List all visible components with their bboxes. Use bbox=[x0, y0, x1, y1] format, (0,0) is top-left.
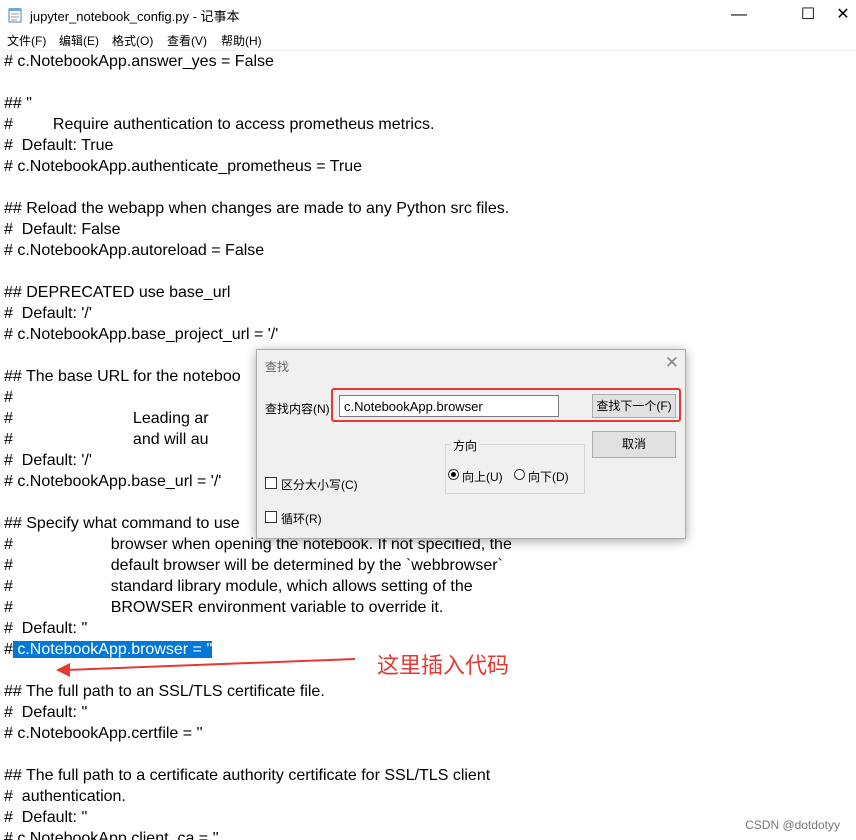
cancel-button[interactable]: 取消 bbox=[592, 431, 676, 458]
editor-line: # default browser will be determined by … bbox=[4, 557, 503, 574]
editor-line: # Default: False bbox=[4, 221, 121, 238]
minimize-button[interactable]: — bbox=[716, 0, 762, 30]
editor-line: # Require authentication to access prome… bbox=[4, 116, 435, 133]
editor-line: ## The full path to a certificate author… bbox=[4, 767, 491, 784]
radio-selected-dot bbox=[451, 472, 456, 477]
highlight-box bbox=[331, 388, 681, 422]
editor-line: # c.NotebookApp.autoreload = False bbox=[4, 242, 265, 259]
editor-line: # Default: '' bbox=[4, 620, 88, 637]
editor-line: # Default: '/' bbox=[4, 452, 92, 469]
title-bar: jupyter_notebook_config.py - 记事本 — ☐ ✕ bbox=[0, 0, 856, 30]
find-label: 查找内容(N) bbox=[265, 402, 330, 416]
match-case-checkbox[interactable] bbox=[265, 477, 277, 489]
editor-line: # c.NotebookApp.answer_yes = False bbox=[4, 53, 274, 70]
direction-down-radio[interactable] bbox=[514, 469, 525, 480]
menu-bar: 文件(F) 编辑(E) 格式(O) 查看(V) 帮助(H) bbox=[0, 30, 856, 50]
editor-line: # c.NotebookApp.client_ca = '' bbox=[4, 830, 219, 840]
editor-line: # standard library module, which allows … bbox=[4, 578, 473, 595]
editor-line: # Default: '/' bbox=[4, 305, 92, 322]
editor-line: # Default: '' bbox=[4, 704, 88, 721]
editor-line: ## Reload the webapp when changes are ma… bbox=[4, 200, 510, 217]
menu-edit[interactable]: 编辑(E) bbox=[59, 32, 99, 49]
editor-line: # and will au bbox=[4, 431, 209, 448]
match-case-label[interactable]: 区分大小写(C) bbox=[281, 476, 358, 493]
menu-file[interactable]: 文件(F) bbox=[7, 32, 46, 49]
find-dialog: 查找 ✕ 查找内容(N) c.NotebookApp.browser 查找下一个… bbox=[256, 349, 686, 539]
wrap-checkbox[interactable] bbox=[265, 511, 277, 523]
editor-line: ## The base URL for the noteboo bbox=[4, 368, 241, 385]
menu-format[interactable]: 格式(O) bbox=[112, 32, 153, 49]
editor-line: # BROWSER environment variable to overri… bbox=[4, 599, 444, 616]
editor-line: # c.NotebookApp.certfile = '' bbox=[4, 725, 203, 742]
editor-line: ## DEPRECATED use base_url bbox=[4, 284, 231, 301]
editor-line: # c.NotebookApp.authenticate_prometheus … bbox=[4, 158, 363, 175]
menu-view[interactable]: 查看(V) bbox=[167, 32, 207, 49]
menu-help[interactable]: 帮助(H) bbox=[221, 32, 262, 49]
editor-line: # Default: True bbox=[4, 137, 114, 154]
dialog-title: 查找 bbox=[265, 360, 290, 374]
watermark: CSDN @dotdotyy bbox=[745, 818, 840, 832]
wrap-label[interactable]: 循环(R) bbox=[281, 510, 322, 527]
direction-label: 方向 bbox=[451, 437, 480, 454]
direction-down-label[interactable]: 向下(D) bbox=[528, 468, 569, 485]
editor-line: ## The full path to an SSL/TLS certifica… bbox=[4, 683, 325, 700]
dialog-close-icon[interactable]: ✕ bbox=[665, 353, 679, 373]
editor-line: # c.NotebookApp.base_url = '/' bbox=[4, 473, 222, 490]
direction-up-label[interactable]: 向上(U) bbox=[462, 468, 503, 485]
annotation-arrow-icon bbox=[56, 658, 356, 677]
editor-line: # bbox=[4, 389, 13, 406]
editor-line: ## Specify what command to use bbox=[4, 515, 240, 532]
editor-line: ## " bbox=[4, 95, 32, 112]
direction-up-radio[interactable] bbox=[448, 469, 459, 480]
editor-line: # Leading ar bbox=[4, 410, 209, 427]
annotation-text: 这里插入代码 bbox=[377, 654, 510, 679]
editor-line: # c.NotebookApp.base_project_url = '/' bbox=[4, 326, 279, 343]
notepad-icon bbox=[8, 8, 22, 23]
editor-line: # authentication. bbox=[4, 788, 126, 805]
line-prefix: # bbox=[4, 641, 13, 658]
editor-line: # Default: '' bbox=[4, 809, 88, 826]
window-title: jupyter_notebook_config.py - 记事本 bbox=[30, 9, 240, 24]
close-button[interactable]: ✕ bbox=[820, 0, 856, 30]
